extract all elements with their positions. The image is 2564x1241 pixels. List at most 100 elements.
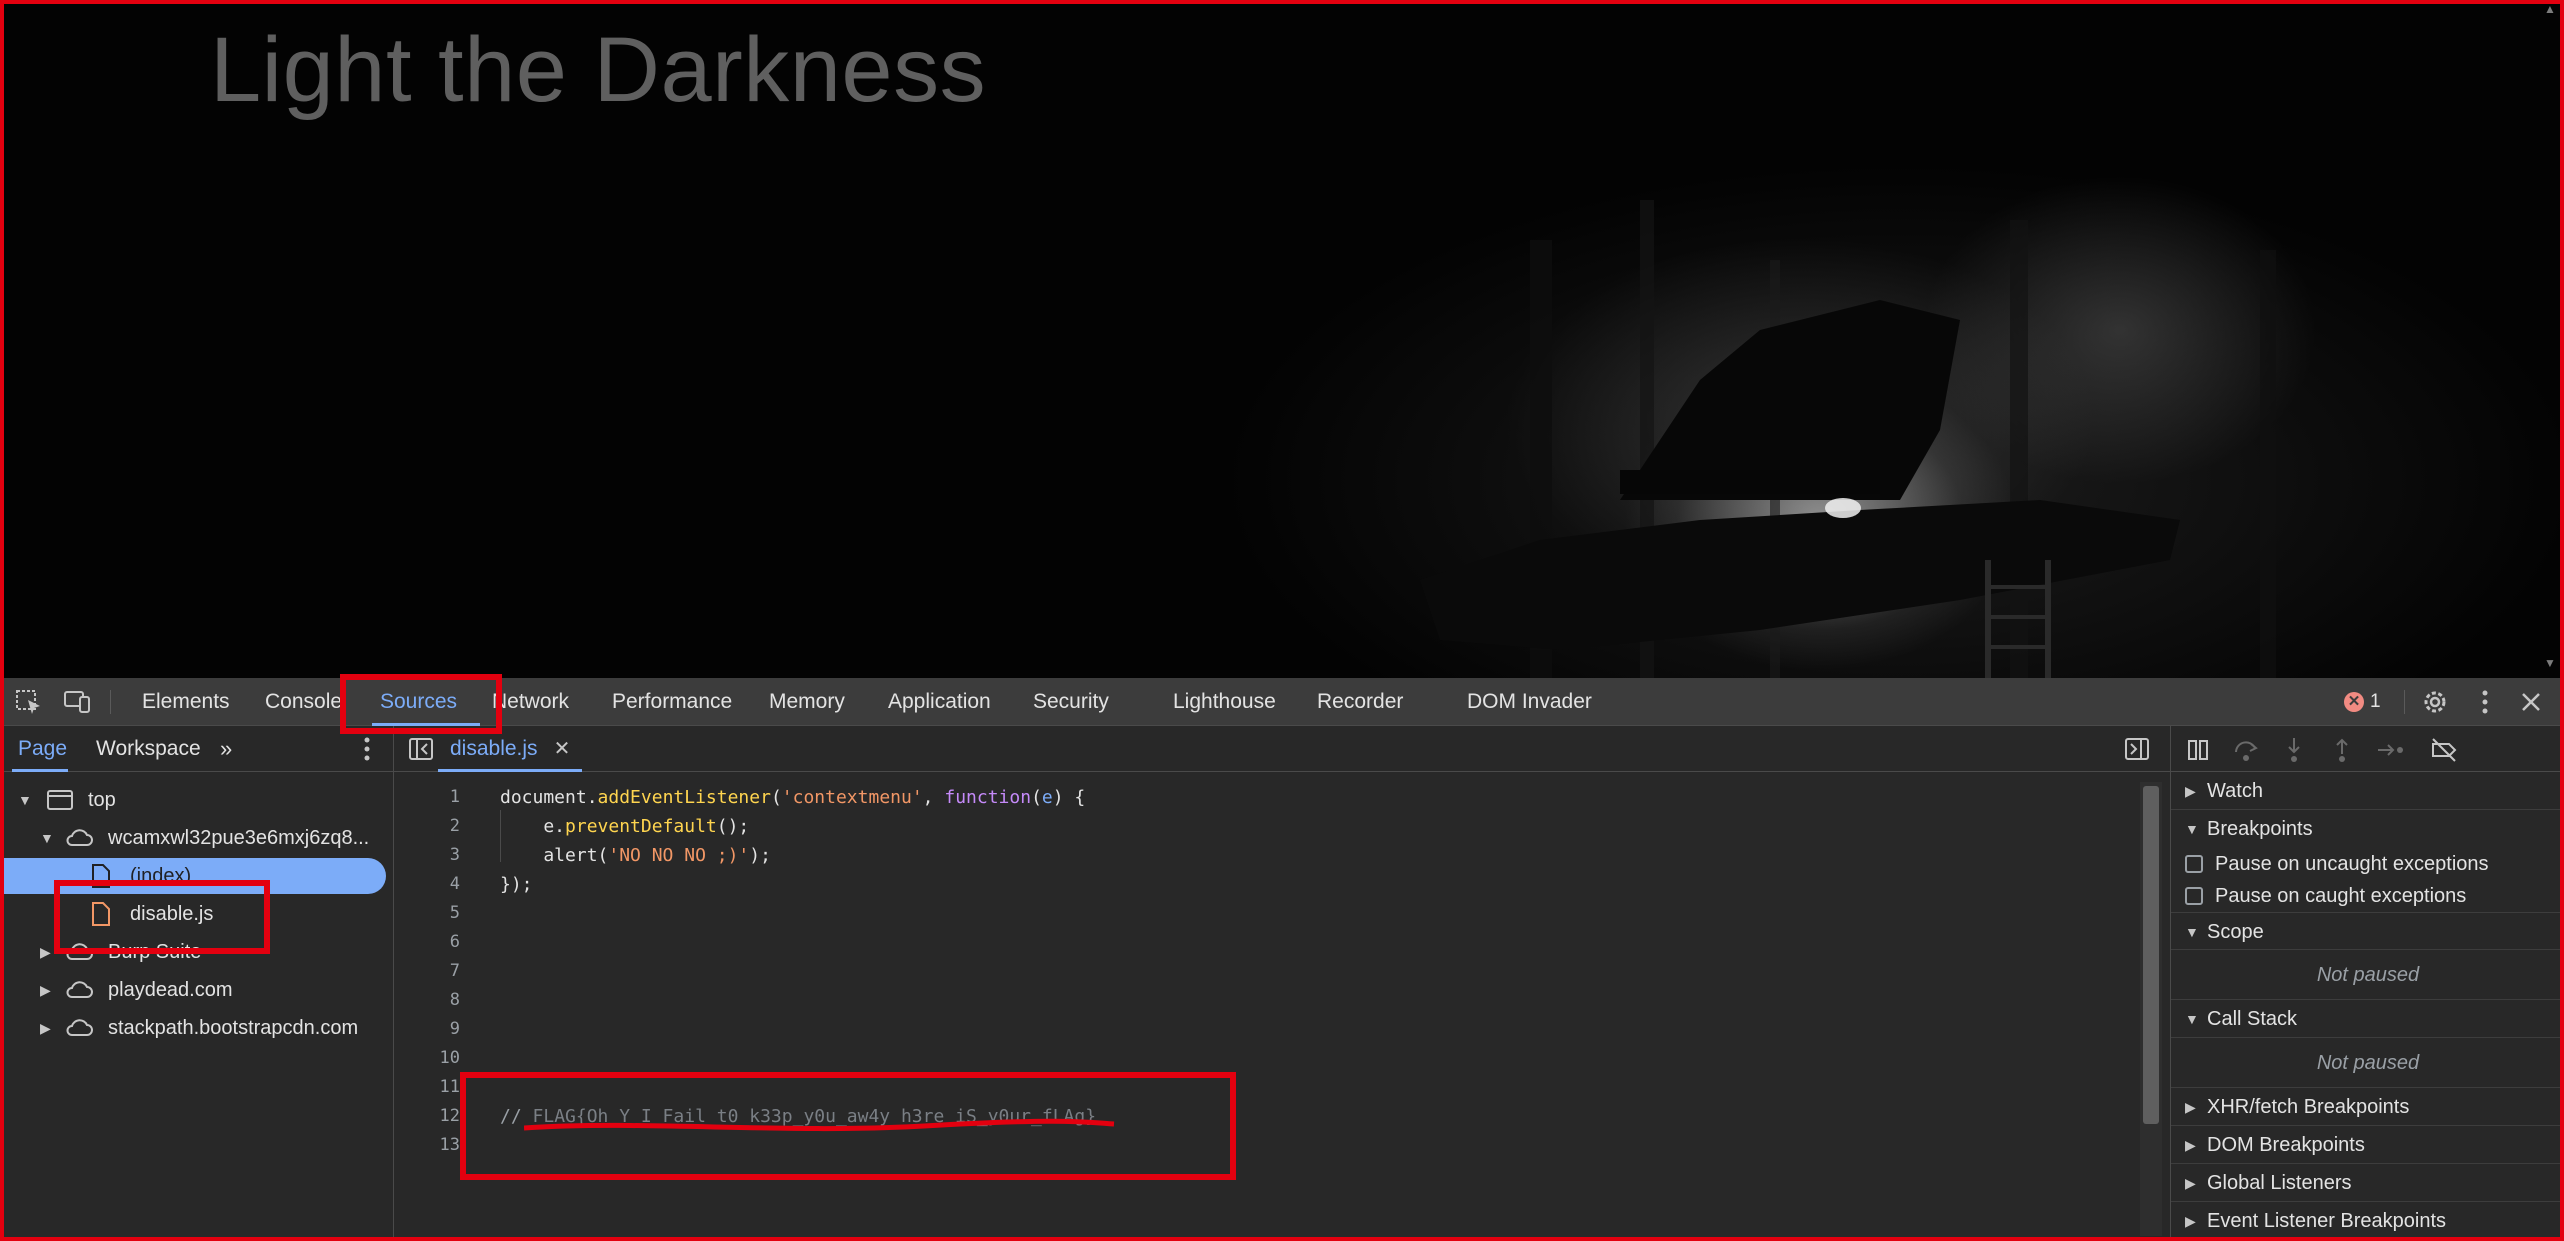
editor-scroll-thumb[interactable] [2143, 786, 2159, 1124]
sources-navigator: Page Workspace » ▼ top ▼ wcamxwl32pue3e6… [0, 726, 394, 1241]
step-over-icon[interactable] [2231, 736, 2261, 764]
cloud-icon [64, 1016, 94, 1052]
collapsed-arrow-icon: ▶ [2185, 1137, 2196, 1153]
pane-scope[interactable]: ▼ Scope [2171, 912, 2564, 950]
code-token: alert( [500, 845, 609, 866]
code-token: e. [500, 816, 566, 837]
tree-item-label: wcamxwl32pue3e6mxj6zq8... [108, 827, 370, 849]
pane-dom-breakpoints[interactable]: ▶ DOM Breakpoints [2171, 1126, 2564, 1164]
line-number[interactable]: 3 [400, 841, 460, 870]
deactivate-breakpoints-icon[interactable] [2429, 736, 2459, 764]
tab-security[interactable]: Security [1033, 678, 1109, 726]
code-token: , [922, 787, 945, 808]
toggle-debugger-icon[interactable] [2122, 735, 2152, 763]
tab-performance[interactable]: Performance [612, 678, 732, 726]
code-token: (); [716, 816, 750, 837]
step-out-icon[interactable] [2327, 736, 2357, 764]
tree-item-label: playdead.com [108, 979, 233, 1001]
tab-page[interactable]: Page [18, 726, 67, 772]
tree-item-playdead[interactable]: ▶ playdead.com [0, 972, 394, 1008]
line-number[interactable]: 7 [400, 957, 460, 986]
collapsed-arrow-icon[interactable]: ▶ [40, 1010, 51, 1046]
pane-title: Event Listener Breakpoints [2207, 1210, 2447, 1232]
checkbox[interactable] [2185, 855, 2203, 873]
line-number[interactable]: 8 [400, 986, 460, 1015]
editor-tab-bar: disable.js ✕ [394, 726, 2170, 772]
close-tab-icon[interactable]: ✕ [554, 726, 571, 772]
code-token: 'NO NO NO ;)' [608, 845, 750, 866]
frame-icon [46, 788, 74, 824]
navigator-tabs: Page Workspace » [0, 726, 394, 772]
code-token: ( [770, 787, 782, 808]
device-toolbar-icon[interactable] [62, 688, 92, 716]
code-token: preventDefault [565, 816, 717, 837]
line-number[interactable]: 10 [400, 1044, 460, 1073]
more-tabs-chevron-icon[interactable]: » [220, 726, 232, 772]
pause-icon[interactable] [2183, 736, 2213, 764]
scope-status: Not paused [2171, 950, 2564, 1000]
scroll-up-arrow-icon[interactable]: ▲ [2544, 2, 2556, 16]
tab-lighthouse[interactable]: Lighthouse [1173, 678, 1276, 726]
expanded-arrow-icon[interactable]: ▼ [18, 782, 32, 818]
page-viewport: Light the Darkness ▲ ▼ [0, 0, 2564, 678]
error-count-badge[interactable]: ✕ 1 [2344, 689, 2381, 715]
line-number[interactable]: 11 [400, 1073, 460, 1102]
annotation-box-disable-js [54, 880, 270, 954]
checkbox[interactable] [2185, 887, 2203, 905]
pane-global-listeners[interactable]: ▶ Global Listeners [2171, 1164, 2564, 1202]
tab-workspace[interactable]: Workspace [96, 726, 201, 772]
pane-breakpoints[interactable]: ▼ Breakpoints [2171, 810, 2564, 848]
scroll-down-arrow-icon[interactable]: ▼ [2544, 656, 2556, 670]
pane-title: Scope [2207, 921, 2264, 943]
tree-item-top[interactable]: ▼ top [0, 782, 394, 818]
expanded-arrow-icon[interactable]: ▼ [40, 820, 54, 856]
tab-dom-invader[interactable]: DOM Invader [1467, 678, 1592, 726]
line-number[interactable]: 4 [400, 870, 460, 899]
tree-item-stackpath[interactable]: ▶ stackpath.bootstrapcdn.com [0, 1010, 394, 1046]
pane-title: XHR/fetch Breakpoints [2207, 1096, 2410, 1118]
pane-title: Watch [2207, 780, 2263, 802]
collapsed-arrow-icon: ▶ [2185, 783, 2196, 799]
cloud-icon [64, 826, 94, 862]
tab-network[interactable]: Network [492, 678, 569, 726]
page-scrollbar[interactable]: ▲ ▼ [2542, 0, 2558, 678]
tab-memory[interactable]: Memory [769, 678, 845, 726]
line-number[interactable]: 6 [400, 928, 460, 957]
inspect-element-icon[interactable] [14, 688, 44, 716]
collapsed-arrow-icon[interactable]: ▶ [40, 972, 51, 1008]
checkbox-label: Pause on uncaught exceptions [2215, 853, 2489, 875]
code-line-4: }); [500, 874, 533, 895]
code-token: ); [749, 845, 771, 866]
line-number[interactable]: 2 [400, 812, 460, 841]
collapsed-arrow-icon[interactable]: ▶ [40, 934, 51, 970]
step-into-icon[interactable] [2279, 736, 2309, 764]
line-number[interactable]: 1 [400, 783, 460, 812]
error-count: 1 [2370, 691, 2381, 712]
line-number[interactable]: 12 [400, 1102, 460, 1131]
tree-item-origin[interactable]: ▼ wcamxwl32pue3e6mxj6zq8... [0, 820, 394, 856]
tab-elements[interactable]: Elements [142, 678, 230, 726]
tree-item-label: top [88, 789, 116, 811]
pane-xhr-breakpoints[interactable]: ▶ XHR/fetch Breakpoints [2171, 1088, 2564, 1126]
pane-event-listener-breakpoints[interactable]: ▶ Event Listener Breakpoints [2171, 1202, 2564, 1240]
annotation-box-flag-comment [460, 1072, 1236, 1180]
toggle-navigator-icon[interactable] [406, 735, 436, 763]
tab-recorder[interactable]: Recorder [1317, 678, 1403, 726]
page-title: Light the Darkness [210, 19, 987, 121]
line-number[interactable]: 13 [400, 1131, 460, 1160]
gear-icon[interactable] [2420, 688, 2450, 716]
tab-application[interactable]: Application [888, 678, 991, 726]
kebab-menu-icon[interactable] [352, 735, 382, 763]
code-token: e [1041, 787, 1053, 808]
close-icon[interactable] [2516, 688, 2546, 716]
editor-scrollbar[interactable] [2140, 782, 2162, 1236]
pane-watch[interactable]: ▶ Watch [2171, 772, 2564, 810]
step-icon[interactable] [2375, 736, 2405, 764]
line-number[interactable]: 9 [400, 1015, 460, 1044]
line-number[interactable]: 5 [400, 899, 460, 928]
kebab-menu-icon[interactable] [2470, 688, 2500, 716]
code-token: addEventListener [597, 787, 771, 808]
debugger-toolbar [2171, 726, 2564, 772]
pane-call-stack[interactable]: ▼ Call Stack [2171, 1000, 2564, 1038]
tab-console[interactable]: Console [265, 678, 342, 726]
